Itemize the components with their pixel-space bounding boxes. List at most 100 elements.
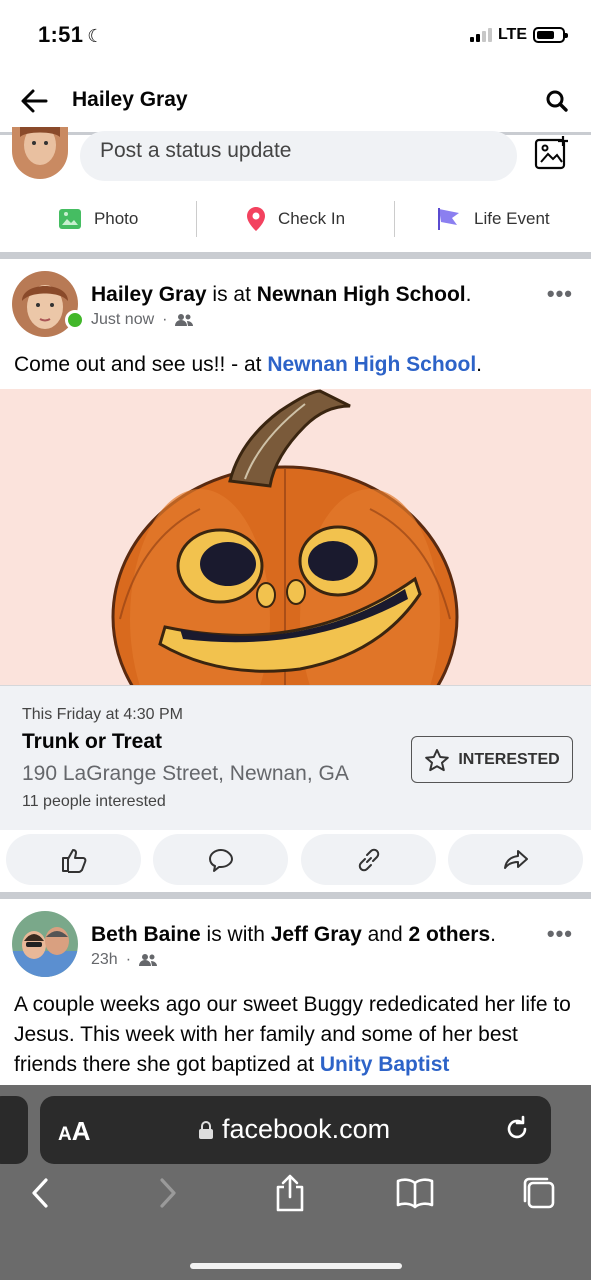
event-card[interactable]: This Friday at 4:30 PM Trunk or Treat 19… bbox=[0, 685, 591, 830]
event-interested-count: 11 people interested bbox=[22, 793, 166, 810]
top-nav: Hailey Gray bbox=[0, 70, 591, 132]
back-arrow-icon[interactable] bbox=[18, 84, 52, 118]
event-image[interactable] bbox=[0, 389, 591, 685]
status-indicators: LTE bbox=[469, 26, 568, 44]
end-text: . bbox=[465, 283, 472, 306]
avatar[interactable] bbox=[12, 127, 68, 179]
lock-icon bbox=[199, 1120, 213, 1139]
meta-dot: · bbox=[162, 311, 168, 328]
author-name[interactable]: Beth Baine bbox=[91, 923, 201, 946]
comment-button[interactable] bbox=[153, 834, 288, 885]
like-icon bbox=[61, 848, 86, 873]
status-composer: Post a status update Photo Check In Life… bbox=[0, 127, 591, 255]
like-button[interactable] bbox=[6, 834, 141, 885]
check-in-action-button[interactable]: Check In bbox=[197, 199, 393, 239]
event-title[interactable]: Trunk or Treat bbox=[22, 730, 162, 754]
previous-tab-preview[interactable] bbox=[0, 1096, 28, 1164]
post-time[interactable]: Just now bbox=[91, 311, 154, 329]
post-card: Beth Baine is with Jeff Gray and 2 other… bbox=[0, 899, 591, 1085]
interested-button[interactable]: INTERESTED bbox=[411, 736, 573, 783]
copy-link-button[interactable] bbox=[301, 834, 436, 885]
post-text-end: . bbox=[476, 353, 482, 376]
place-link[interactable]: Newnan High School bbox=[267, 353, 476, 376]
check-in-label: Check In bbox=[277, 209, 346, 228]
connector-text: and bbox=[361, 923, 409, 946]
bookmarks-button[interactable] bbox=[395, 1173, 435, 1213]
connector-text: is at bbox=[206, 283, 257, 306]
comment-icon bbox=[208, 848, 233, 872]
post-text: Come out and see us!! - at Newnan High S… bbox=[14, 350, 577, 380]
status-input[interactable]: Post a status update bbox=[80, 131, 517, 181]
browser-forward-button[interactable] bbox=[148, 1173, 188, 1213]
place-link[interactable]: Unity Baptist bbox=[320, 1053, 450, 1076]
post-text-body: Come out and see us!! - at bbox=[14, 353, 268, 376]
browser-back-button[interactable] bbox=[20, 1173, 60, 1213]
photo-label: Photo bbox=[93, 209, 139, 228]
star-icon bbox=[425, 748, 450, 771]
author-name[interactable]: Hailey Gray bbox=[91, 283, 207, 306]
section-divider bbox=[0, 892, 591, 899]
connector-text: is with bbox=[200, 923, 271, 946]
tabs-button[interactable] bbox=[519, 1173, 559, 1213]
location-pin-icon bbox=[246, 207, 265, 231]
share-sheet-icon bbox=[276, 1174, 304, 1212]
browser-toolbar: AA facebook.com bbox=[0, 1085, 591, 1280]
section-divider bbox=[0, 252, 591, 259]
address-bar[interactable]: AA facebook.com bbox=[40, 1096, 551, 1164]
moon-icon: ☾ bbox=[87, 26, 104, 46]
page-title: Hailey Gray bbox=[72, 88, 188, 111]
aa-small-text: A bbox=[58, 1124, 72, 1145]
chevron-left-icon bbox=[32, 1178, 48, 1208]
friends-audience-icon bbox=[175, 314, 194, 326]
photo-icon bbox=[58, 209, 81, 229]
avatar[interactable] bbox=[12, 911, 78, 977]
post-actions bbox=[0, 830, 591, 892]
friends-audience-icon bbox=[139, 954, 158, 966]
meta-dot: · bbox=[125, 951, 132, 968]
post-author-line: Beth Baine is with Jeff Gray and 2 other… bbox=[91, 923, 496, 947]
event-date: This Friday at 4:30 PM bbox=[22, 706, 183, 723]
reload-icon[interactable] bbox=[501, 1113, 533, 1145]
share-button[interactable] bbox=[448, 834, 583, 885]
status-bar: 1:51 ☾ LTE bbox=[0, 0, 591, 70]
status-time: 1:51 ☾ bbox=[38, 22, 104, 48]
online-status-badge bbox=[65, 310, 85, 330]
photo-action-button[interactable]: Photo bbox=[0, 199, 196, 239]
battery-icon bbox=[533, 27, 568, 43]
aa-large-text: A bbox=[71, 1116, 91, 1146]
tagged-others[interactable]: 2 others bbox=[408, 923, 490, 946]
share-sheet-button[interactable] bbox=[270, 1173, 310, 1213]
home-indicator[interactable] bbox=[190, 1263, 402, 1269]
post-meta: Just now · bbox=[91, 311, 194, 329]
more-options-button[interactable]: ••• bbox=[547, 281, 573, 307]
link-icon bbox=[358, 848, 379, 871]
more-options-button[interactable]: ••• bbox=[547, 921, 573, 947]
post-author-line: Hailey Gray is at Newnan High School. bbox=[91, 283, 471, 307]
post-time[interactable]: 23h bbox=[91, 951, 118, 969]
chevron-right-icon bbox=[160, 1178, 176, 1208]
composer-actions: Photo Check In Life Event bbox=[0, 199, 591, 239]
life-event-action-button[interactable]: Life Event bbox=[395, 199, 591, 239]
clock-text: 1:51 bbox=[38, 22, 84, 47]
tabs-icon bbox=[523, 1177, 555, 1209]
end-text: . bbox=[490, 923, 497, 946]
url-display[interactable]: facebook.com bbox=[198, 1114, 390, 1145]
place-name[interactable]: Newnan High School bbox=[257, 283, 466, 306]
post-text-body: A couple weeks ago our sweet Buggy reded… bbox=[14, 993, 571, 1076]
post-meta: 23h · bbox=[91, 951, 158, 969]
post-text: A couple weeks ago our sweet Buggy reded… bbox=[14, 990, 577, 1080]
url-text: facebook.com bbox=[222, 1114, 391, 1144]
signal-icon bbox=[469, 28, 492, 42]
event-location: 190 LaGrange Street, Newnan, GA bbox=[22, 762, 349, 785]
add-photo-icon[interactable] bbox=[533, 135, 571, 171]
interested-label: INTERESTED bbox=[458, 750, 560, 768]
book-icon bbox=[396, 1178, 434, 1209]
share-icon bbox=[503, 849, 528, 869]
post-header: Hailey Gray is at Newnan High School. Ju… bbox=[0, 259, 591, 389]
reader-settings-button[interactable]: AA bbox=[58, 1116, 91, 1147]
search-icon[interactable] bbox=[543, 87, 571, 115]
network-label: LTE bbox=[497, 26, 527, 43]
tagged-name[interactable]: Jeff Gray bbox=[271, 923, 362, 946]
flag-icon bbox=[438, 208, 460, 230]
life-event-label: Life Event bbox=[474, 209, 550, 228]
